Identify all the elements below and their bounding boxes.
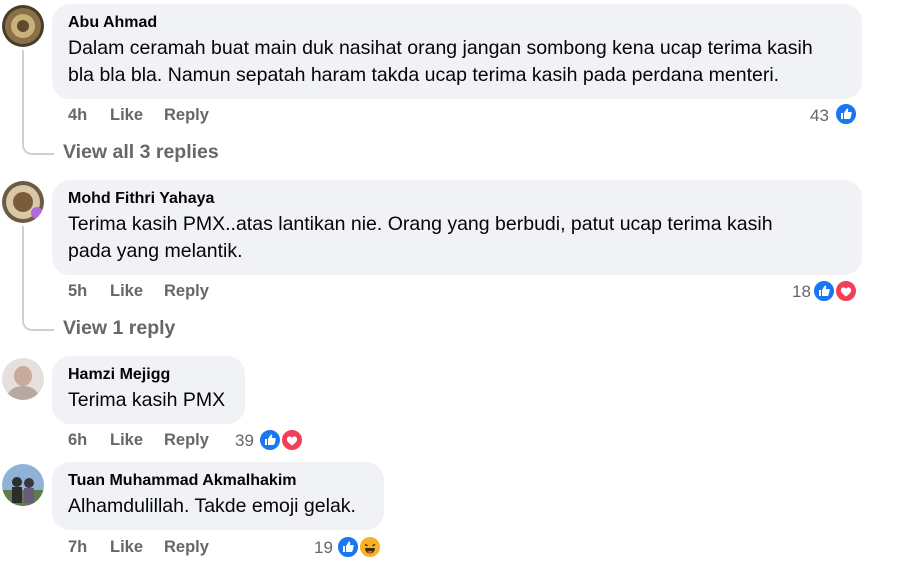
- comment-bubble: Abu Ahmad Dalam ceramah buat main duk na…: [52, 4, 862, 99]
- view-replies-link[interactable]: View 1 reply: [63, 317, 175, 340]
- avatar[interactable]: [2, 464, 44, 506]
- comment-text: Alhamdulillah. Takde emoji gelak.: [68, 495, 356, 517]
- reply-button[interactable]: Reply: [164, 106, 209, 125]
- timestamp[interactable]: 7h: [68, 538, 87, 557]
- comment-actions: 4h Like Reply: [68, 106, 368, 128]
- reply-button[interactable]: Reply: [164, 282, 209, 301]
- comment-author[interactable]: Abu Ahmad: [68, 13, 846, 33]
- comment-text: Dalam ceramah buat main duk nasihat oran…: [68, 37, 813, 59]
- haha-reaction-icon[interactable]: [358, 535, 382, 559]
- like-reaction-icon[interactable]: [336, 535, 360, 559]
- reaction-count[interactable]: 18: [792, 282, 811, 302]
- love-reaction-icon[interactable]: [834, 279, 858, 303]
- comment-text: Terima kasih PMX: [68, 389, 226, 411]
- comment-actions: 5h Like Reply: [68, 282, 368, 304]
- comment-bubble: Mohd Fithri Yahaya Terima kasih PMX..ata…: [52, 180, 862, 275]
- avatar[interactable]: [2, 358, 44, 400]
- comment-author[interactable]: Tuan Muhammad Akmalhakim: [68, 471, 368, 491]
- comment-text: pada yang melantik.: [68, 240, 243, 262]
- reaction-count[interactable]: 39: [235, 431, 254, 451]
- comment-bubble: Hamzi Mejigg Terima kasih PMX: [52, 356, 245, 424]
- comment-actions: 6h Like Reply: [68, 431, 238, 453]
- comment-actions: 7h Like Reply: [68, 538, 238, 560]
- avatar[interactable]: [2, 5, 44, 47]
- love-reaction-icon[interactable]: [280, 428, 304, 452]
- timestamp[interactable]: 6h: [68, 431, 87, 450]
- comment-author[interactable]: Mohd Fithri Yahaya: [68, 189, 846, 209]
- thread-connector: [22, 130, 54, 155]
- like-reaction-icon[interactable]: [812, 279, 836, 303]
- reaction-count[interactable]: 19: [314, 538, 333, 558]
- reply-button[interactable]: Reply: [164, 431, 209, 450]
- timestamp[interactable]: 4h: [68, 106, 87, 125]
- reaction-count[interactable]: 43: [810, 106, 829, 126]
- thread-connector: [22, 306, 54, 331]
- avatar[interactable]: [2, 181, 44, 223]
- like-reaction-icon[interactable]: [834, 102, 858, 126]
- reply-button[interactable]: Reply: [164, 538, 209, 557]
- timestamp[interactable]: 5h: [68, 282, 87, 301]
- comment-text: Terima kasih PMX..atas lantikan nie. Ora…: [68, 213, 773, 235]
- comment-bubble: Tuan Muhammad Akmalhakim Alhamdulillah. …: [52, 462, 384, 530]
- like-button[interactable]: Like: [110, 431, 143, 450]
- comment-author[interactable]: Hamzi Mejigg: [68, 365, 229, 385]
- view-replies-link[interactable]: View all 3 replies: [63, 141, 219, 164]
- like-button[interactable]: Like: [110, 106, 143, 125]
- comment-text: bla bla bla. Namun sepatah haram takda u…: [68, 64, 780, 86]
- like-button[interactable]: Like: [110, 538, 143, 557]
- like-reaction-icon[interactable]: [258, 428, 282, 452]
- like-button[interactable]: Like: [110, 282, 143, 301]
